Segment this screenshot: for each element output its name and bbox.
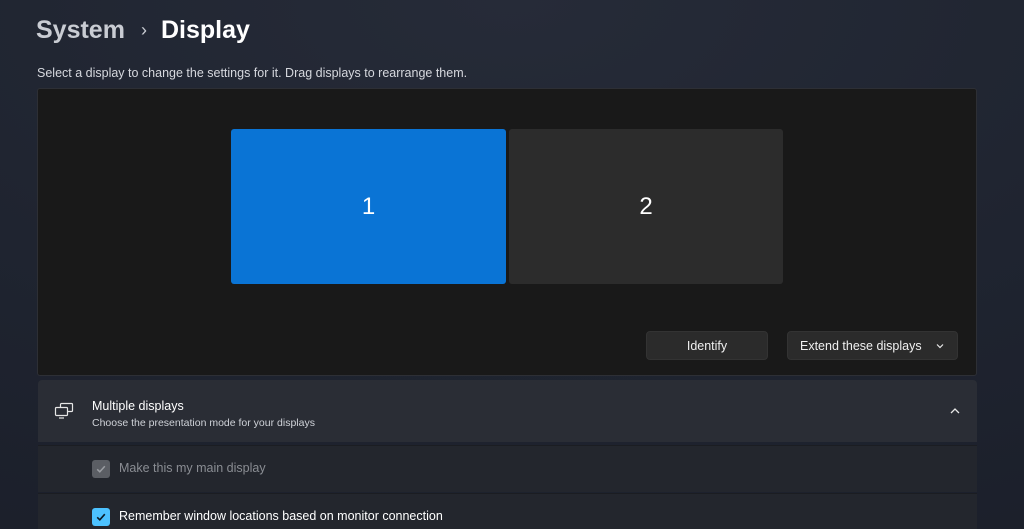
checkmark-icon <box>96 465 106 473</box>
chevron-up-icon[interactable] <box>949 406 961 416</box>
multiple-displays-expander[interactable]: Multiple displays Choose the presentatio… <box>38 380 977 442</box>
main-display-option-row: Make this my main display <box>38 445 977 492</box>
multiple-displays-title: Multiple displays <box>92 399 184 413</box>
multiple-displays-icon <box>54 402 74 419</box>
display-mode-selected-value: Extend these displays <box>800 338 922 353</box>
checkmark-icon <box>96 513 106 521</box>
remember-window-locations-row: Remember window locations based on monit… <box>38 493 977 529</box>
multiple-displays-description: Choose the presentation mode for your di… <box>92 417 315 429</box>
main-display-checkbox <box>92 460 110 478</box>
display-mode-dropdown[interactable]: Extend these displays <box>787 331 958 360</box>
display-arrangement-panel: 1 2 Identify Extend these displays <box>37 88 977 376</box>
remember-window-locations-checkbox[interactable] <box>92 508 110 526</box>
display-1-number: 1 <box>361 192 376 220</box>
identify-button[interactable]: Identify <box>646 331 768 360</box>
display-1-tile[interactable]: 1 <box>231 129 506 284</box>
page-title: Display <box>160 15 250 44</box>
breadcrumb-separator-icon: › <box>140 20 147 40</box>
chevron-down-icon <box>936 343 944 348</box>
display-settings-page: System › Display Select a display to cha… <box>0 0 1024 529</box>
breadcrumb: System › Display <box>36 12 250 48</box>
display-2-number: 2 <box>639 192 653 220</box>
breadcrumb-system-link[interactable]: System <box>36 16 125 45</box>
display-2-tile[interactable]: 2 <box>509 129 783 284</box>
remember-window-locations-label: Remember window locations based on monit… <box>119 509 443 523</box>
arrange-instructions: Select a display to change the settings … <box>37 66 468 80</box>
main-display-label: Make this my main display <box>119 461 266 475</box>
